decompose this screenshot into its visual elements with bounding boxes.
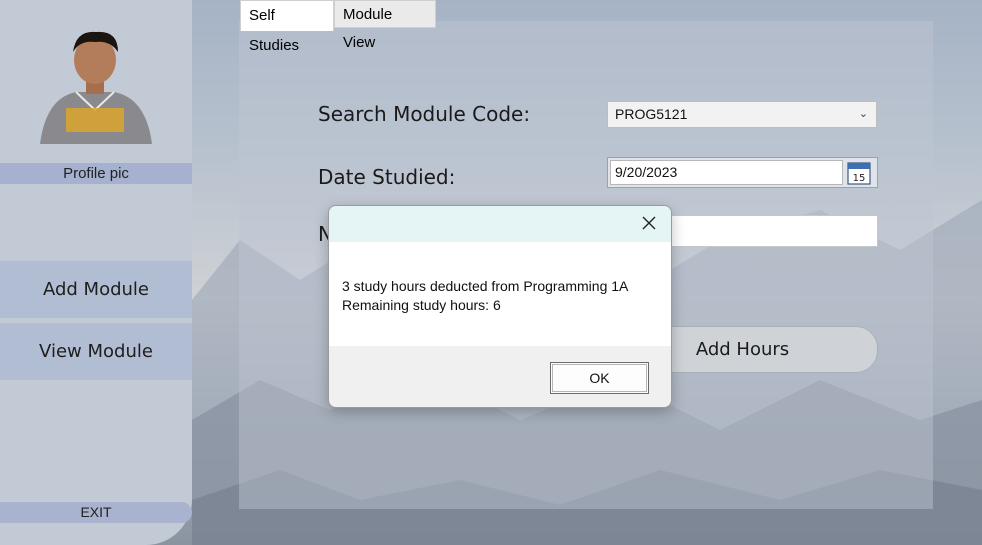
dialog-title-bar <box>329 206 671 242</box>
module-code-select[interactable]: PROG5121 ⌄ <box>607 101 877 128</box>
calendar-day: 15 <box>853 173 866 184</box>
calendar-icon[interactable]: 15 <box>847 161 871 185</box>
date-field[interactable]: 9/20/2023 <box>610 160 843 185</box>
add-module-button[interactable]: Add Module <box>0 261 192 318</box>
search-module-code-label: Search Module Code: <box>318 102 531 126</box>
view-module-button[interactable]: View Module <box>0 323 192 380</box>
tab-module-view[interactable]: Module View <box>334 0 436 51</box>
date-picker[interactable]: 9/20/2023 15 <box>607 157 878 188</box>
dialog-message-line-2: Remaining study hours: 6 <box>342 297 501 313</box>
avatar <box>36 26 154 144</box>
message-dialog: 3 study hours deducted from Programming … <box>328 205 672 408</box>
sidebar: Profile pic Add Module View Module EXIT <box>0 0 192 545</box>
tab-self-studies[interactable]: Self Studies <box>240 0 334 54</box>
ok-button[interactable]: OK <box>550 362 649 394</box>
chevron-down-icon: ⌄ <box>858 108 868 120</box>
dialog-body: 3 study hours deducted from Programming … <box>329 242 671 346</box>
module-code-value: PROG5121 <box>615 106 688 122</box>
date-studied-label: Date Studied: <box>318 165 456 189</box>
close-icon[interactable] <box>639 213 659 233</box>
dialog-message-line-1: 3 study hours deducted from Programming … <box>342 278 629 294</box>
profile-pic-label: Profile pic <box>0 163 192 184</box>
exit-button[interactable]: EXIT <box>0 502 192 523</box>
